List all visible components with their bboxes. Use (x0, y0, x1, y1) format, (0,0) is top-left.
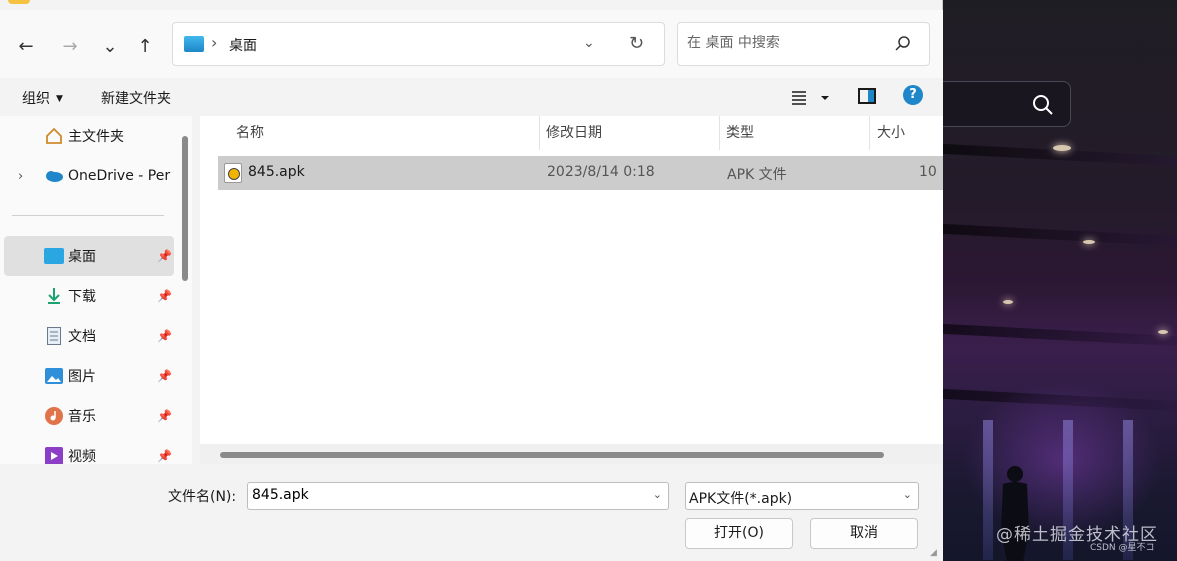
refresh-icon[interactable]: ↻ (629, 33, 644, 54)
sidebar-scrollbar[interactable] (182, 136, 188, 281)
sort-ascending-icon: ⌃ (378, 116, 390, 124)
desktop-icon (44, 246, 64, 266)
resize-grip-icon[interactable]: ◢ (930, 548, 940, 558)
column-header-size[interactable]: 大小 (877, 116, 905, 150)
apk-file-icon (224, 163, 242, 183)
column-header-modified[interactable]: 修改日期 (546, 116, 602, 150)
filetype-select[interactable]: APK文件(*.apk) ⌄ (685, 482, 919, 510)
filename-label: 文件名(N): (168, 489, 237, 505)
person-silhouette (1001, 466, 1029, 561)
sidebar-item-label: 音乐 (68, 409, 96, 425)
chevron-down-icon: ⌄ (902, 488, 912, 501)
file-size: 10 (919, 164, 937, 180)
help-icon[interactable]: ? (903, 85, 923, 105)
sidebar-item-label: 桌面 (68, 249, 96, 265)
file-open-dialog: ← → ⌄ ↑ › 桌面 ⌄ ↻ 组织 ▼ 新建文件夹 (0, 0, 943, 561)
new-folder-button[interactable]: 新建文件夹 (101, 88, 171, 108)
preview-pane-icon[interactable] (858, 88, 876, 104)
chevron-down-icon: ⌄ (102, 35, 118, 57)
breadcrumb-separator-icon: › (211, 33, 218, 52)
sidebar-item-desktop[interactable]: 桌面 📌 (4, 236, 174, 276)
search-icon[interactable] (895, 36, 911, 52)
caret-down-icon: ▼ (56, 94, 63, 104)
search-icon (1033, 95, 1053, 115)
table-row[interactable]: 845.apk 2023/8/14 0:18 APK 文件 10 (218, 156, 943, 190)
download-icon (44, 286, 64, 306)
sidebar-item-videos[interactable]: 视频 📌 (4, 436, 174, 464)
pin-icon: 📌 (157, 409, 172, 423)
background-search-box[interactable] (943, 81, 1071, 127)
file-list: ⌃ 名称 修改日期 类型 大小 845.apk 2023/8/14 0:18 A… (200, 116, 943, 464)
file-type: APK 文件 (727, 167, 787, 183)
forward-button[interactable]: → (56, 32, 84, 60)
recent-locations-button[interactable]: ⌄ (96, 32, 124, 60)
column-header-type[interactable]: 类型 (726, 116, 754, 150)
pin-icon: 📌 (157, 369, 172, 383)
organize-label: 组织 (22, 91, 50, 107)
pin-icon: 📌 (157, 289, 172, 303)
sidebar-item-label: 主文件夹 (68, 129, 124, 145)
new-folder-label: 新建文件夹 (101, 91, 171, 107)
cloud-icon (44, 166, 64, 186)
sidebar-item-label: 视频 (68, 449, 96, 464)
sidebar-item-home[interactable]: 主文件夹 (4, 116, 174, 156)
sidebar-item-documents[interactable]: 文档 📌 (4, 316, 174, 356)
column-divider[interactable] (869, 116, 870, 150)
sidebar-item-onedrive[interactable]: › OneDrive - Per (4, 156, 174, 196)
column-header-name[interactable]: 名称 (236, 116, 264, 150)
cancel-button[interactable]: 取消 (810, 518, 918, 549)
watermark-small: CSDN @星不コ (1090, 543, 1155, 553)
app-icon (8, 0, 30, 4)
document-icon (44, 326, 64, 346)
up-button[interactable]: ↑ (131, 32, 159, 60)
sidebar-item-label: 图片 (68, 369, 96, 385)
back-arrow-icon: ← (18, 35, 34, 57)
chevron-down-icon[interactable]: ⌄ (653, 488, 662, 501)
navigation-bar: ← → ⌄ ↑ › 桌面 ⌄ ↻ (0, 10, 943, 78)
chevron-right-icon[interactable]: › (18, 169, 23, 184)
filename-combobox[interactable]: ⌄ (247, 482, 669, 510)
sidebar-divider (12, 215, 164, 216)
sidebar-item-label: 文档 (68, 329, 96, 345)
back-button[interactable]: ← (12, 32, 40, 60)
navigation-pane: 主文件夹 › OneDrive - Per 桌面 📌 下载 📌 文档 📌 图片 … (0, 116, 192, 464)
dialog-footer: 文件名(N): ⌄ APK文件(*.apk) ⌄ 打开(O) 取消 (0, 464, 943, 561)
command-bar: 组织 ▼ 新建文件夹 ? (0, 78, 943, 116)
sidebar-item-downloads[interactable]: 下载 📌 (4, 276, 174, 316)
forward-arrow-icon: → (62, 35, 78, 57)
breadcrumb-desktop[interactable]: 桌面 (229, 35, 257, 55)
pictures-icon (44, 366, 64, 386)
filetype-value: APK文件(*.apk) (689, 491, 793, 507)
video-icon (44, 446, 64, 464)
file-name: 845.apk (248, 164, 305, 180)
pin-icon: 📌 (157, 249, 172, 263)
horizontal-scrollbar[interactable] (220, 452, 884, 458)
view-options-icon[interactable] (790, 87, 830, 109)
up-arrow-icon: ↑ (137, 35, 153, 57)
open-button[interactable]: 打开(O) (685, 518, 793, 549)
sidebar-item-label: OneDrive - Per (68, 168, 171, 184)
column-divider[interactable] (539, 116, 540, 150)
pin-icon: 📌 (157, 329, 172, 343)
organize-menu[interactable]: 组织 ▼ (22, 88, 63, 108)
search-box[interactable] (677, 22, 930, 66)
sidebar-item-music[interactable]: 音乐 📌 (4, 396, 174, 436)
address-bar[interactable]: › 桌面 ⌄ ↻ (172, 22, 665, 66)
search-input[interactable] (687, 35, 887, 51)
column-divider[interactable] (719, 116, 720, 150)
desktop-folder-icon (184, 36, 204, 52)
sidebar-item-pictures[interactable]: 图片 📌 (4, 356, 174, 396)
music-icon (44, 406, 64, 426)
sidebar-item-label: 下载 (68, 289, 96, 305)
address-dropdown-icon[interactable]: ⌄ (583, 35, 595, 51)
home-icon (44, 126, 64, 146)
pin-icon: 📌 (157, 449, 172, 463)
filename-input[interactable] (252, 487, 632, 503)
file-modified: 2023/8/14 0:18 (547, 164, 655, 180)
